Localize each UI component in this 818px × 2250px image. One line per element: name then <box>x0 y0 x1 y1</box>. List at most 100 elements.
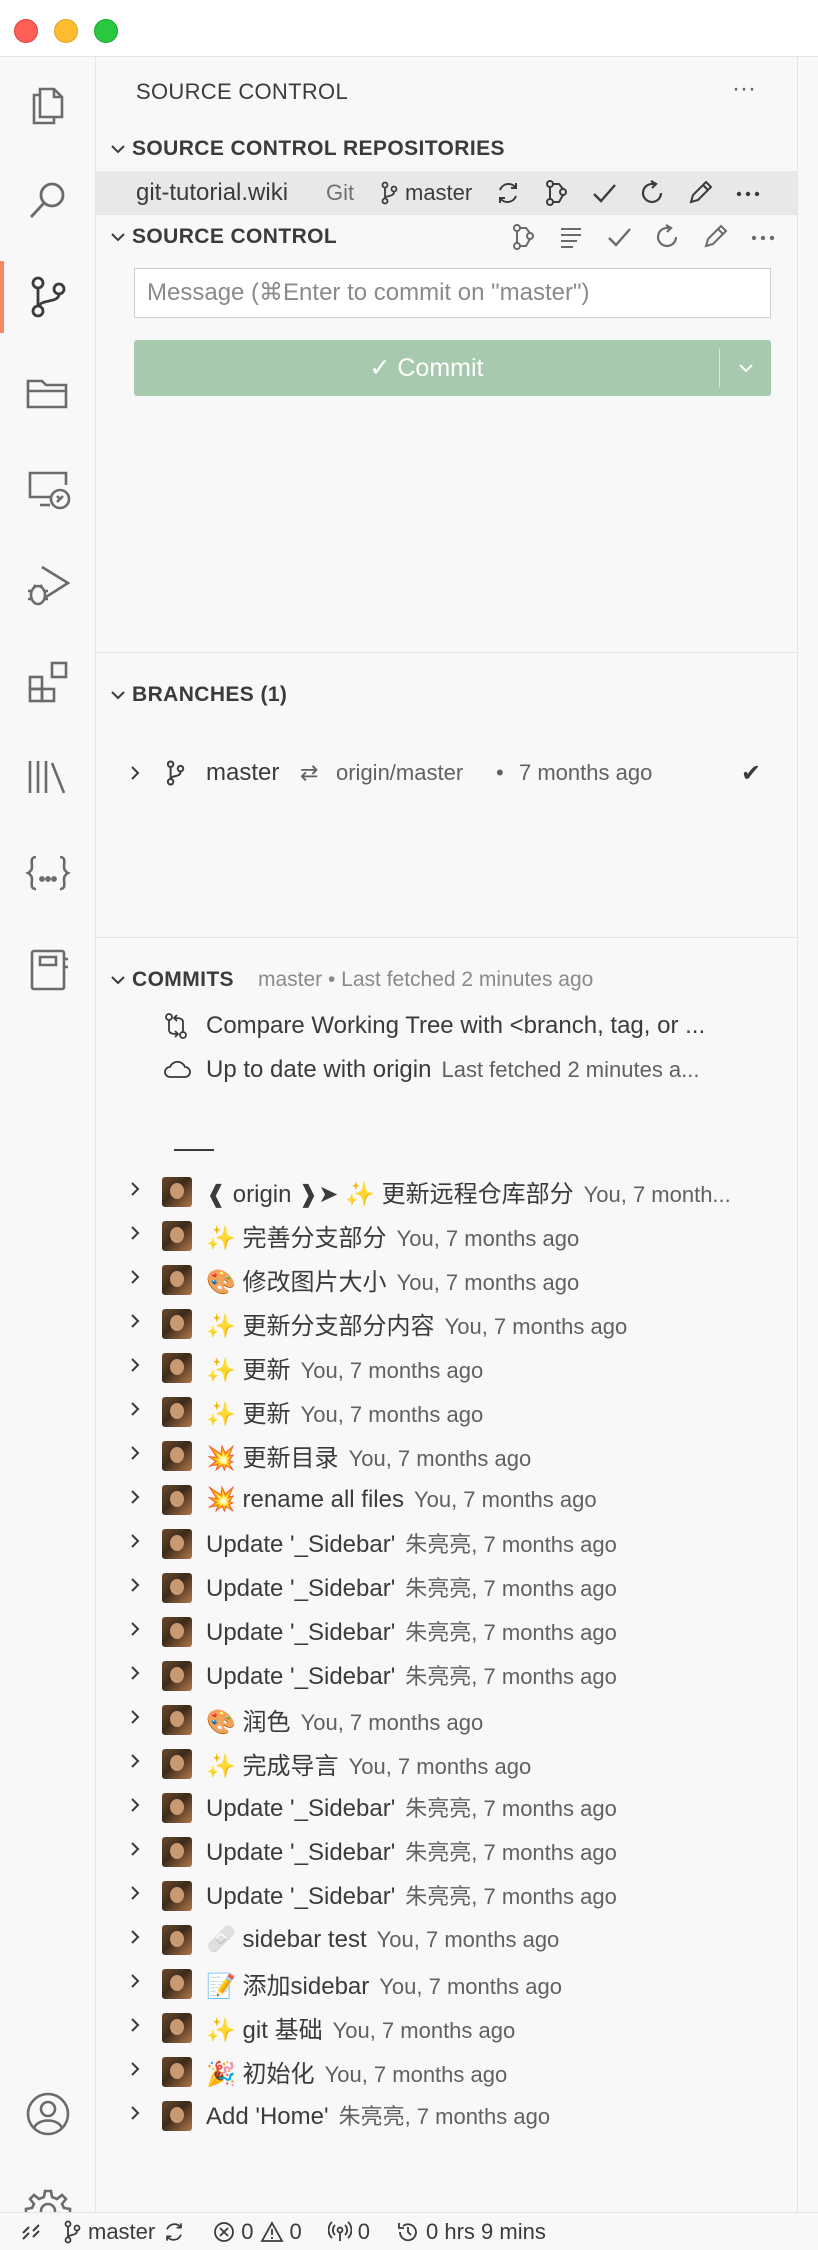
pencil-icon <box>704 224 728 248</box>
commit-row[interactable]: Update '_Sidebar' 朱亮亮, 7 months ago <box>96 1609 797 1653</box>
sc-commit-button[interactable] <box>604 222 634 252</box>
avatar <box>162 1221 192 1251</box>
commit-message: 🩹 sidebar test <box>206 1925 367 1953</box>
commit-row[interactable]: Update '_Sidebar' 朱亮亮, 7 months ago <box>96 1829 797 1873</box>
commit-row[interactable]: ❰ origin ❱➤ ✨ 更新远程仓库部分 You, 7 month... <box>96 1169 797 1213</box>
error-icon <box>214 2221 235 2242</box>
graph-button[interactable] <box>541 178 571 208</box>
remote-explorer-button[interactable] <box>0 441 96 537</box>
sc-list-button[interactable] <box>556 222 586 252</box>
minimize-window-button[interactable] <box>54 19 78 43</box>
commit-row[interactable]: 💥 rename all files You, 7 months ago <box>96 1477 797 1521</box>
commit-row[interactable]: 🎉 初始化 You, 7 months ago <box>96 2049 797 2093</box>
branch-row[interactable]: master ⇄ origin/master • 7 months ago ✔ <box>96 751 797 795</box>
commit-row[interactable]: ✨ 更新分支部分内容 You, 7 months ago <box>96 1301 797 1345</box>
status-ports[interactable]: 0 <box>327 2219 370 2245</box>
commit-row[interactable]: ✨ 完成导言 You, 7 months ago <box>96 1741 797 1785</box>
sync-icon <box>499 183 517 203</box>
sc-edit-button[interactable] <box>700 222 730 252</box>
source-control-button[interactable] <box>0 249 96 345</box>
branch-icon <box>166 760 185 786</box>
branch-time: 7 months ago <box>519 760 653 785</box>
avatar <box>162 1969 192 1999</box>
notebook-button[interactable] <box>0 921 96 1017</box>
status-problems[interactable]: 0 0 <box>213 2219 302 2245</box>
repository-row[interactable]: git-tutorial.wiki Git master <box>96 171 797 215</box>
run-debug-button[interactable] <box>0 537 96 633</box>
commit-check-button[interactable] <box>589 178 619 208</box>
explorer-button[interactable] <box>0 57 96 153</box>
commit-row[interactable]: ✨ 更新 You, 7 months ago <box>96 1345 797 1389</box>
window-titlebar <box>0 0 818 57</box>
source-control-section-header[interactable]: SOURCE CONTROL <box>96 215 797 259</box>
avatar <box>162 1529 192 1559</box>
refresh-button[interactable] <box>637 178 667 208</box>
pencil-icon <box>689 180 713 204</box>
remote-indicator-button[interactable] <box>0 2213 62 2250</box>
commit-row[interactable]: Update '_Sidebar' 朱亮亮, 7 months ago <box>96 1785 797 1829</box>
commit-row[interactable]: 🩹 sidebar test You, 7 months ago <box>96 1917 797 1961</box>
commit-message-input[interactable] <box>134 268 771 318</box>
chevron-right-icon <box>131 2106 140 2120</box>
chevron-right-icon <box>131 1578 140 1592</box>
branches-section-header[interactable]: BRANCHES (1) <box>96 673 797 717</box>
status-errors-count: 0 <box>241 2218 254 2244</box>
commit-row[interactable]: 📝 添加sidebar You, 7 months ago <box>96 1961 797 2005</box>
chevron-right-icon <box>131 1270 140 1284</box>
commits-section-header[interactable]: COMMITS master • Last fetched 2 minutes … <box>96 958 797 1002</box>
close-window-button[interactable] <box>14 19 38 43</box>
sc-more-button[interactable] <box>748 222 778 252</box>
commit-dropdown-button[interactable] <box>720 340 771 396</box>
commit-row[interactable]: Add 'Home' 朱亮亮, 7 months ago <box>96 2093 797 2137</box>
sc-graph-button[interactable] <box>508 222 538 252</box>
cloud-icon <box>164 1060 191 1078</box>
sync-changes-button[interactable] <box>493 178 523 208</box>
sidebar-scrollbar[interactable] <box>797 57 818 2212</box>
repositories-section-header[interactable]: SOURCE CONTROL REPOSITORIES <box>96 127 797 171</box>
commit-button[interactable]: ✓ Commit <box>134 340 719 396</box>
json-button[interactable] <box>0 825 96 921</box>
sc-refresh-button[interactable] <box>652 222 682 252</box>
commit-row[interactable]: ✨ 完善分支部分 You, 7 months ago <box>96 1213 797 1257</box>
commit-row[interactable]: Update '_Sidebar' 朱亮亮, 7 months ago <box>96 1873 797 1917</box>
commit-row[interactable]: ✨ git 基础 You, 7 months ago <box>96 2005 797 2049</box>
commit-row[interactable]: ✨ 更新 You, 7 months ago <box>96 1389 797 1433</box>
commit-row[interactable]: Update '_Sidebar' 朱亮亮, 7 months ago <box>96 1565 797 1609</box>
search-button[interactable] <box>0 153 96 249</box>
source-control-icon <box>31 276 66 318</box>
extensions-button[interactable] <box>0 633 96 729</box>
commit-row[interactable]: Update '_Sidebar' 朱亮亮, 7 months ago <box>96 1653 797 1697</box>
zoom-window-button[interactable] <box>94 19 118 43</box>
commit-meta: You, 7 months ago <box>300 1709 484 1735</box>
repositories-title: SOURCE CONTROL REPOSITORIES <box>132 137 505 160</box>
up-to-date-row: Up to date with origin Last fetched 2 min… <box>96 1048 797 1092</box>
commit-row[interactable]: 🎨 润色 You, 7 months ago <box>96 1697 797 1741</box>
status-time-label: 0 hrs 9 mins <box>426 2218 546 2244</box>
remote-icon <box>22 2223 40 2240</box>
run-debug-icon <box>28 565 71 606</box>
commit-row[interactable]: Update '_Sidebar' 朱亮亮, 7 months ago <box>96 1521 797 1565</box>
status-time-tracker[interactable]: 0 hrs 9 mins <box>396 2219 546 2245</box>
commit-meta: 朱亮亮, 7 months ago <box>405 1620 617 1645</box>
section-divider <box>96 652 797 653</box>
branches-title: BRANCHES (1) <box>132 683 288 706</box>
chevron-right-icon <box>131 1182 140 1196</box>
repository-branch[interactable]: master <box>379 180 472 206</box>
commit-meta: You, 7 months ago <box>332 2017 516 2043</box>
commit-meta: You, 7 months ago <box>376 1926 560 1952</box>
view-more-actions[interactable]: ··· <box>732 75 756 103</box>
library-button[interactable] <box>0 729 96 825</box>
commit-message: Update '_Sidebar' <box>206 1531 396 1558</box>
commit-meta: 朱亮亮, 7 months ago <box>405 1796 617 1821</box>
branch-sync-indicator: ⇄ <box>300 760 319 785</box>
commit-row[interactable]: 🎨 修改图片大小 You, 7 months ago <box>96 1257 797 1301</box>
compare-working-tree-row[interactable]: Compare Working Tree with <branch, tag, … <box>96 1004 797 1048</box>
folders-button[interactable] <box>0 345 96 441</box>
repo-more-button[interactable] <box>733 178 763 208</box>
edit-button[interactable] <box>685 178 715 208</box>
status-branch[interactable]: master <box>62 2219 187 2245</box>
chevron-right-icon <box>131 1842 140 1856</box>
commit-meta: 朱亮亮, 7 months ago <box>405 1884 617 1909</box>
commit-row[interactable]: 💥 更新目录 You, 7 months ago <box>96 1433 797 1477</box>
accounts-button[interactable] <box>24 2090 72 2138</box>
